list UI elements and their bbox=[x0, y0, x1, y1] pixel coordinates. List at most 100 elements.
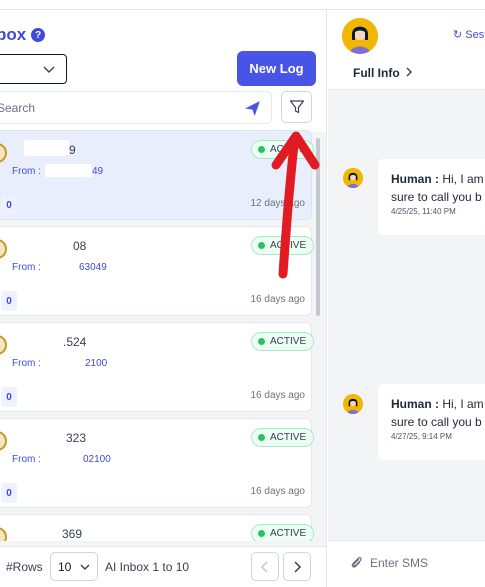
message-bubble: Human : Hi, I am sure to call you b 4/25/… bbox=[378, 159, 485, 235]
paperclip-icon[interactable] bbox=[348, 554, 364, 570]
inbox-header: box ? New Log Search bbox=[0, 10, 326, 132]
status-dot bbox=[258, 146, 265, 153]
message-text: Human : Hi, I am sure to call you b bbox=[391, 395, 485, 431]
from-label: From : bbox=[12, 454, 41, 465]
unread-count: 0 bbox=[1, 483, 17, 503]
rows-per-page-value: 10 bbox=[58, 560, 72, 574]
list-scrollbar[interactable] bbox=[316, 138, 320, 316]
time-ago: 16 days ago bbox=[250, 486, 306, 497]
unread-count: 0 bbox=[1, 291, 17, 311]
sessions-label: Ses bbox=[465, 29, 485, 41]
status-text: ACTIVE bbox=[270, 432, 307, 443]
contact-avatar bbox=[342, 18, 378, 54]
top-bar bbox=[0, 0, 485, 10]
send-icon[interactable] bbox=[244, 100, 261, 117]
contact-name: 08 bbox=[73, 239, 87, 253]
status-badge: ACTIVE bbox=[251, 332, 315, 351]
status-dot bbox=[258, 338, 265, 345]
conversation-card[interactable]: 08 From : 63049 0 ACTIVE 16 days ago bbox=[0, 226, 315, 316]
full-info-link[interactable]: Full Info bbox=[353, 66, 413, 80]
from-number: 02100 bbox=[83, 454, 111, 465]
help-icon[interactable]: ? bbox=[31, 28, 46, 42]
status-dot bbox=[258, 242, 265, 249]
status-badge: ACTIVE bbox=[251, 140, 315, 159]
person-avatar-icon bbox=[343, 394, 363, 414]
conversation-header: ↻ Ses Full Info bbox=[328, 10, 485, 90]
filter-button[interactable] bbox=[281, 91, 312, 123]
time-ago: 16 days ago bbox=[250, 294, 306, 305]
person-avatar-icon bbox=[342, 18, 378, 54]
contact-name: 323 bbox=[66, 431, 87, 445]
message-line-1: Hi, I am bbox=[439, 397, 484, 411]
inbox-select[interactable] bbox=[0, 54, 67, 84]
from-label: From : bbox=[12, 166, 41, 177]
conversation-card[interactable]: 9 From : 49 0 ACTIVE 12 days ago bbox=[0, 130, 315, 220]
sessions-link[interactable]: ↻ Ses bbox=[453, 28, 484, 41]
message-text: Human : Hi, I am sure to call you b bbox=[391, 170, 485, 206]
chevron-right-icon bbox=[294, 560, 302, 573]
avatar bbox=[0, 527, 7, 541]
redaction bbox=[24, 140, 69, 156]
page-title: box ? bbox=[0, 25, 46, 45]
status-dot bbox=[258, 530, 265, 537]
message-avatar bbox=[343, 394, 363, 414]
from-number: 49 bbox=[92, 166, 104, 177]
full-info-label: Full Info bbox=[353, 66, 400, 80]
sms-input[interactable]: Enter SMS bbox=[370, 556, 428, 570]
app-root: box ? New Log Search 9 From : 49 0 ACTIV… bbox=[0, 0, 485, 587]
avatar bbox=[0, 143, 7, 163]
filter-icon bbox=[289, 100, 304, 114]
from-label: From : bbox=[12, 262, 41, 273]
time-ago: 12 days ago bbox=[250, 198, 306, 209]
conversation-list: 9 From : 49 0 ACTIVE 12 days ago 08 From… bbox=[0, 128, 326, 541]
next-page-button[interactable] bbox=[283, 552, 311, 581]
avatar bbox=[0, 335, 7, 355]
message-line-2: sure to call you b bbox=[391, 415, 482, 429]
rows-label: #Rows bbox=[6, 560, 43, 574]
message-bubble: Human : Hi, I am sure to call you b 4/27/… bbox=[378, 384, 485, 460]
conversation-card[interactable]: 369 ACTIVE bbox=[0, 514, 315, 541]
conversation-panel: ↻ Ses Full Info Human : Hi, I am sure to … bbox=[328, 10, 485, 587]
unread-count: 0 bbox=[1, 195, 17, 215]
avatar bbox=[0, 239, 7, 259]
status-text: ACTIVE bbox=[270, 240, 307, 251]
message-line-2: sure to call you b bbox=[391, 190, 482, 204]
status-badge: ACTIVE bbox=[251, 428, 315, 447]
sms-composer[interactable]: Enter SMS bbox=[328, 540, 485, 587]
conversation-card[interactable]: 323 From : 02100 0 ACTIVE 16 days ago bbox=[0, 418, 315, 508]
pagination-info: AI Inbox 1 to 10 bbox=[105, 560, 190, 574]
chevron-left-icon bbox=[260, 560, 268, 573]
from-number: 63049 bbox=[79, 262, 107, 273]
from-number: 2100 bbox=[85, 358, 108, 369]
new-log-button[interactable]: New Log bbox=[237, 51, 316, 86]
status-text: ACTIVE bbox=[270, 528, 307, 539]
chevron-right-icon bbox=[406, 67, 413, 77]
status-badge: ACTIVE bbox=[251, 236, 315, 255]
pagination-bar: #Rows 10 AI Inbox 1 to 10 bbox=[0, 546, 326, 587]
search-input[interactable]: Search bbox=[0, 101, 35, 115]
status-text: ACTIVE bbox=[270, 144, 307, 155]
redaction bbox=[45, 164, 92, 177]
message-sender: Human : bbox=[391, 397, 439, 411]
avatar bbox=[0, 431, 7, 451]
message-sender: Human : bbox=[391, 172, 439, 186]
chevron-down-icon bbox=[80, 564, 90, 570]
rows-per-page-select[interactable]: 10 bbox=[50, 552, 98, 581]
message-time: 4/25/25, 11:40 PM bbox=[391, 207, 456, 216]
message-line-1: Hi, I am bbox=[439, 172, 484, 186]
search-box[interactable]: Search bbox=[0, 91, 272, 124]
unread-count: 0 bbox=[1, 387, 17, 407]
message-avatar bbox=[343, 168, 363, 188]
contact-name: 369 bbox=[62, 527, 83, 541]
contact-name: 9 bbox=[69, 143, 76, 157]
status-dot bbox=[258, 434, 265, 441]
status-badge: ACTIVE bbox=[251, 524, 315, 541]
conversation-card[interactable]: .524 From : 2100 0 ACTIVE 16 days ago bbox=[0, 322, 315, 412]
contact-name: .524 bbox=[63, 335, 87, 349]
person-avatar-icon bbox=[343, 168, 363, 188]
page-title-text: box bbox=[0, 25, 27, 44]
previous-page-button[interactable] bbox=[251, 552, 279, 581]
status-text: ACTIVE bbox=[270, 336, 307, 347]
time-ago: 16 days ago bbox=[250, 390, 306, 401]
chevron-down-icon bbox=[43, 66, 55, 73]
